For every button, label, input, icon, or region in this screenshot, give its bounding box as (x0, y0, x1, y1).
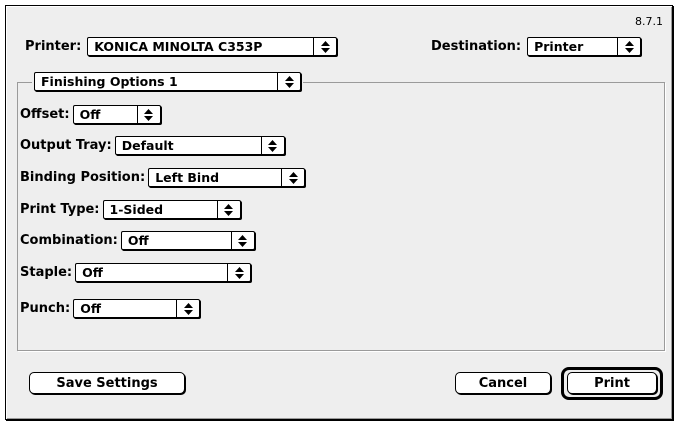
cancel-button[interactable]: Cancel (455, 372, 551, 394)
panel-popup[interactable]: Finishing Options 1 (34, 72, 301, 91)
offset-label: Offset: (20, 106, 70, 122)
print-dialog: 8.7.1 Printer: KONICA MINOLTA C353P Dest… (5, 5, 673, 420)
combination-value: Off (127, 233, 149, 248)
print-type-row: Print Type: 1-Sided (20, 200, 241, 219)
staple-popup[interactable]: Off (75, 263, 252, 282)
output-tray-value: Default (121, 138, 174, 153)
punch-value: Off (80, 301, 101, 316)
output-tray-popup[interactable]: Default (114, 136, 285, 155)
up-down-arrows-icon (277, 73, 300, 90)
up-down-arrows-icon (230, 232, 254, 249)
binding-position-label: Binding Position: (20, 169, 146, 185)
panel-selector-wrap: Finishing Options 1 (32, 72, 303, 91)
up-down-arrows-icon (176, 300, 199, 317)
destination-value: Printer (534, 39, 584, 54)
save-settings-button[interactable]: Save Settings (29, 372, 185, 394)
print-type-value: 1-Sided (109, 202, 164, 217)
binding-position-popup[interactable]: Left Bind (148, 168, 306, 187)
punch-popup[interactable]: Off (73, 299, 201, 318)
up-down-arrows-icon (313, 38, 336, 55)
combination-popup[interactable]: Off (120, 231, 255, 250)
destination-row: Destination: Printer (431, 37, 642, 56)
staple-value: Off (82, 265, 103, 280)
version-label: 8.7.1 (635, 15, 663, 28)
binding-position-value: Left Bind (155, 170, 220, 185)
punch-row: Punch: Off (20, 299, 201, 318)
printer-popup[interactable]: KONICA MINOLTA C353P (87, 37, 338, 56)
offset-value: Off (79, 107, 101, 122)
staple-row: Staple: Off (20, 263, 252, 282)
destination-popup[interactable]: Printer (527, 37, 642, 56)
up-down-arrows-icon (227, 264, 250, 281)
printer-value: KONICA MINOLTA C353P (94, 39, 263, 54)
up-down-arrows-icon (617, 38, 640, 55)
offset-popup[interactable]: Off (72, 105, 161, 124)
panel-value: Finishing Options 1 (41, 74, 178, 89)
output-tray-row: Output Tray: Default (20, 136, 285, 155)
print-button[interactable]: Print (567, 372, 657, 394)
printer-row: Printer: KONICA MINOLTA C353P (25, 37, 338, 56)
combination-row: Combination: Off (20, 231, 255, 250)
offset-row: Offset: Off (20, 105, 161, 124)
up-down-arrows-icon (281, 169, 304, 186)
destination-label: Destination: (431, 38, 522, 54)
printer-label: Printer: (25, 38, 82, 54)
output-tray-label: Output Tray: (20, 137, 112, 153)
print-type-popup[interactable]: 1-Sided (102, 200, 241, 219)
combination-label: Combination: (20, 232, 118, 248)
print-type-label: Print Type: (20, 201, 100, 217)
staple-label: Staple: (20, 264, 73, 280)
binding-position-row: Binding Position: Left Bind (20, 168, 306, 187)
up-down-arrows-icon (216, 201, 240, 218)
up-down-arrows-icon (260, 137, 284, 154)
up-down-arrows-icon (136, 106, 160, 123)
punch-label: Punch: (20, 300, 71, 316)
